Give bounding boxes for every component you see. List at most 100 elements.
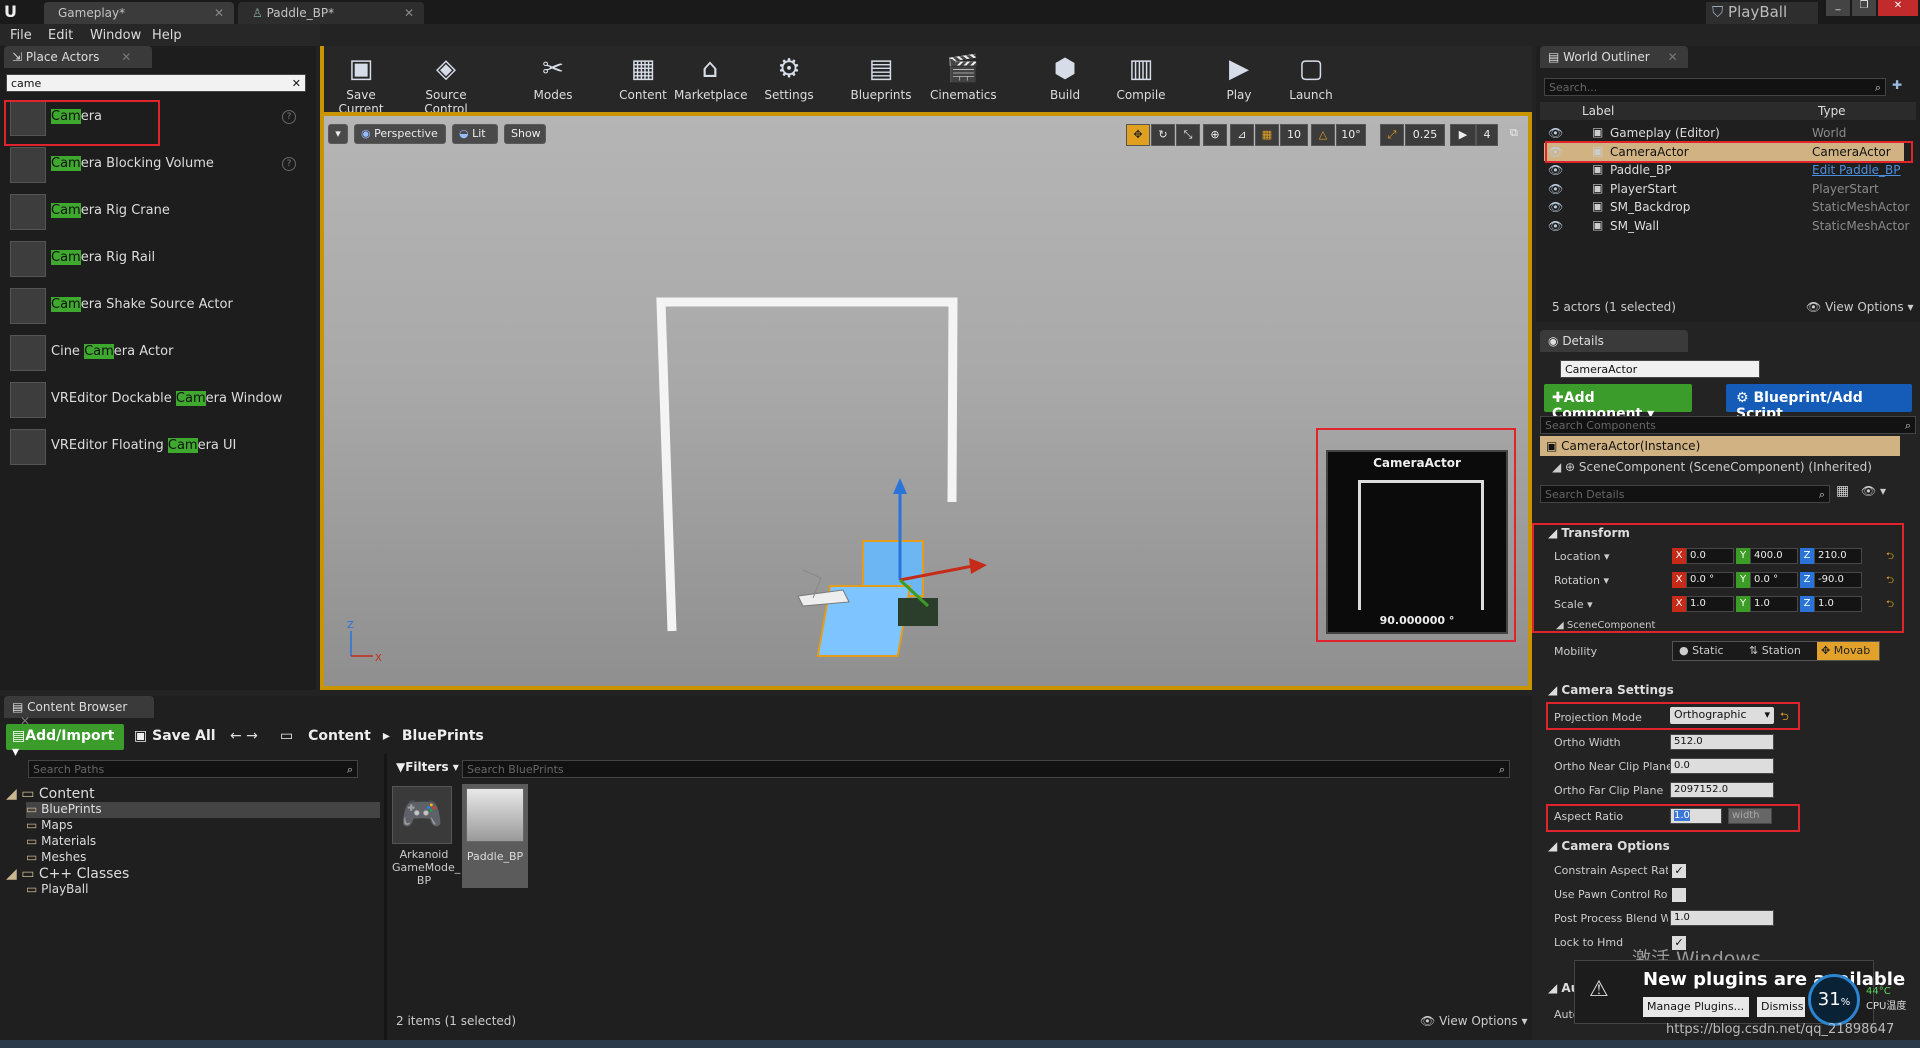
ortho-far-field[interactable]: 2097152.0 [1670, 782, 1774, 798]
toolbar-settings-button[interactable]: ⚙ Settings [756, 48, 822, 110]
outliner-row[interactable]: 👁 ▣ SM_Wall StaticMeshActor [1544, 217, 1909, 235]
visibility-eye-icon[interactable]: 👁 [1548, 126, 1563, 140]
scale-x-field[interactable]: 1.0 [1686, 596, 1734, 612]
aspect-ratio-field[interactable]: 1.0 [1670, 808, 1722, 824]
location-x-field[interactable]: 0.0 [1686, 548, 1734, 564]
folder-tree-item[interactable]: ▭ Maps [26, 818, 380, 834]
crumb-content[interactable]: Content [308, 728, 371, 744]
visibility-filter-icon[interactable]: 👁 ▾ [1861, 484, 1886, 498]
reset-location-icon[interactable]: ⮌ [1886, 549, 1894, 566]
camera-settings-section[interactable]: ◢ Camera Settings [1540, 680, 1920, 700]
toolbar-marketplace-button[interactable]: ⌂ Marketplace [674, 48, 748, 110]
place-actor-item[interactable]: Camera Shake Source Actor [6, 284, 306, 328]
toolbar-blueprints-button[interactable]: ▤ Blueprints [848, 48, 914, 110]
folder-tree-item[interactable]: ▭ Meshes [26, 850, 380, 866]
add-folder-icon[interactable]: ✚ [1892, 78, 1902, 92]
asset-tile-selected[interactable]: Paddle_BP [462, 784, 528, 888]
component-instance-row[interactable]: ▣ CameraActor(Instance) [1540, 436, 1900, 456]
toolbar-build-button[interactable]: ⬢ Build [1032, 48, 1098, 110]
reset-projection-icon[interactable]: ⮌ [1780, 708, 1789, 727]
tab-paddle-bp[interactable]: ♙ Paddle_BP* ✕ [238, 2, 424, 24]
visibility-eye-icon[interactable]: 👁 [1548, 163, 1563, 177]
blueprint-add-script-button[interactable]: ⚙ Blueprint/Add Script [1726, 384, 1912, 422]
search-details[interactable]: Search Details ⌕ [1540, 485, 1830, 503]
toolbar-source-control-button[interactable]: ◈ Source Control [404, 48, 488, 116]
outliner-row[interactable]: 👁 ▣ Gameplay (Editor) World [1544, 124, 1904, 142]
use-pawn-checkbox[interactable] [1672, 888, 1686, 902]
place-actors-tab[interactable]: ⇲ Place Actors ✕ [4, 46, 152, 68]
search-blueprints[interactable]: Search BluePrints ⌕ [462, 760, 1510, 778]
dismiss-button[interactable]: Dismiss [1757, 997, 1805, 1017]
visibility-eye-icon[interactable]: 👁 [1548, 200, 1563, 214]
camera-options-section[interactable]: ◢ Camera Options [1540, 836, 1920, 856]
mobility-static[interactable]: ● Static [1679, 644, 1724, 657]
menu-help[interactable]: Help [152, 28, 182, 43]
toolbar-save-current-button[interactable]: ▣ Save Current [328, 48, 394, 116]
folder-tree-item[interactable]: ▭ PlayBall [26, 882, 380, 898]
post-process-field[interactable]: 1.0 [1670, 910, 1774, 926]
toolbar-play-button[interactable]: ▶ Play [1206, 48, 1272, 110]
col-type[interactable]: Type [1818, 104, 1846, 118]
toolbar-compile-button[interactable]: ▥ Compile [1108, 48, 1174, 110]
help-icon[interactable]: ? [282, 157, 296, 171]
manage-plugins-button[interactable]: Manage Plugins... [1643, 997, 1749, 1017]
save-all-button[interactable]: ▣ Save All [134, 728, 216, 744]
folder-tree-item[interactable]: ▭ BluePrints [26, 802, 380, 818]
property-matrix-icon[interactable]: ▦ [1836, 483, 1849, 499]
content-browser-tab[interactable]: ▤ Content Browser ✕ [4, 696, 154, 728]
scale-y-field[interactable]: 1.0 [1750, 596, 1798, 612]
outliner-row[interactable]: 👁 ▣ PlayerStart PlayerStart [1544, 180, 1904, 198]
asset-tile[interactable]: 🎮 Arkanoid GameMode_ BP [392, 786, 460, 887]
mobility-toggle[interactable]: ● Static ⇅ Station ✥ Movab [1672, 641, 1880, 661]
scale-z-field[interactable]: 1.0 [1814, 596, 1862, 612]
constrain-checkbox[interactable]: ✓ [1672, 864, 1686, 878]
filters-button[interactable]: ▼Filters ▾ [396, 760, 459, 778]
location-label[interactable]: Location ▾ [1554, 550, 1610, 563]
place-actors-search[interactable]: came ✕ [6, 74, 306, 92]
place-actor-item[interactable]: VREditor Floating Camera UI [6, 425, 306, 469]
place-actor-item[interactable]: Cine Camera Actor [6, 331, 306, 375]
add-component-button[interactable]: ✚Add Component ▾ [1544, 384, 1692, 422]
help-icon[interactable]: ? [282, 110, 296, 124]
aspect-width-dropdown[interactable]: width [1728, 808, 1772, 824]
toolbar-launch-button[interactable]: ▢ Launch [1278, 48, 1344, 110]
place-actor-item[interactable]: Camera Rig Crane [6, 190, 306, 234]
search-components[interactable]: Search Components ⌕ [1540, 416, 1916, 434]
rotation-label[interactable]: Rotation ▾ [1554, 574, 1609, 587]
ortho-near-field[interactable]: 0.0 [1670, 758, 1774, 774]
toolbar-content-button[interactable]: ▦ Content [610, 48, 676, 110]
menu-window[interactable]: Window [90, 28, 141, 43]
unreal-logo-icon[interactable]: U [4, 2, 26, 22]
ortho-width-field[interactable]: 512.0 [1670, 734, 1774, 750]
rotation-y-field[interactable]: 0.0 ° [1750, 572, 1798, 588]
add-import-button[interactable]: ▤Add/Import ▾ [6, 724, 124, 760]
back-icon[interactable]: ← → [230, 728, 258, 744]
place-actor-item[interactable]: VREditor Dockable Camera Window [6, 378, 306, 422]
actor-name-field[interactable]: CameraActor [1560, 360, 1760, 378]
world-outliner-tab[interactable]: ▤ World Outliner ✕ [1540, 46, 1688, 68]
rotation-z-field[interactable]: -90.0 [1814, 572, 1862, 588]
location-y-field[interactable]: 400.0 [1750, 548, 1798, 564]
minimize-button[interactable]: _ [1826, 0, 1850, 16]
location-z-field[interactable]: 210.0 [1814, 548, 1862, 564]
details-tab[interactable]: ◉ Details [1540, 330, 1688, 352]
menu-file[interactable]: File [10, 28, 32, 43]
visibility-eye-icon[interactable]: 👁 [1548, 219, 1563, 233]
folder-tree-item[interactable]: ◢ ▭ C++ Classes [6, 866, 380, 882]
folder-tree-item[interactable]: ▭ Materials [26, 834, 380, 850]
toolbar-modes-button[interactable]: ✂ Modes [520, 48, 586, 110]
transform-section[interactable]: ◢ Transform [1540, 523, 1920, 543]
close-button[interactable]: ✕ [1878, 0, 1918, 16]
col-label[interactable]: Label [1582, 104, 1614, 118]
toolbar-cinematics-button[interactable]: 🎬 Cinematics [930, 48, 997, 110]
rotation-x-field[interactable]: 0.0 ° [1686, 572, 1734, 588]
place-actor-item[interactable]: Camera Blocking Volume? [6, 143, 306, 187]
projection-dropdown[interactable]: Orthographic ▾ [1670, 707, 1774, 724]
crumb-blueprints[interactable]: BluePrints [402, 728, 484, 744]
visibility-eye-icon[interactable]: 👁 [1548, 182, 1563, 196]
tab-gameplay[interactable]: Gameplay* ✕ [44, 2, 234, 24]
scale-label[interactable]: Scale ▾ [1554, 598, 1593, 611]
reset-scale-icon[interactable]: ⮌ [1886, 597, 1894, 614]
maximize-button[interactable]: ❐ [1852, 0, 1876, 16]
outliner-search[interactable]: Search... ⌕ [1544, 78, 1886, 96]
